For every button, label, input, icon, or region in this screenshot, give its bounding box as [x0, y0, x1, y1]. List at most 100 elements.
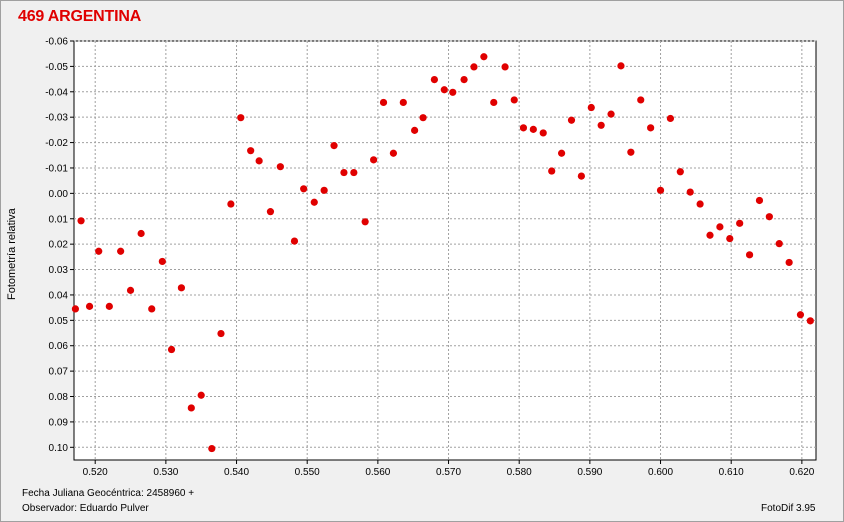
data-point	[686, 188, 694, 196]
data-point	[607, 110, 615, 118]
data-point	[276, 163, 284, 171]
julian-date-label: Fecha Juliana Geocéntrica: 2458960 +	[22, 488, 195, 499]
x-tick-label: 0.580	[507, 467, 532, 478]
data-point	[736, 219, 744, 227]
y-tick-label: -0.03	[45, 113, 68, 124]
y-tick-label: 0.05	[49, 316, 69, 327]
data-point	[85, 302, 94, 310]
data-point	[430, 75, 438, 84]
data-point	[587, 103, 595, 112]
data-point	[806, 317, 814, 325]
y-tick-label: -0.06	[45, 37, 68, 48]
data-point	[567, 116, 576, 124]
y-tick-label: 0.04	[49, 290, 69, 301]
x-tick-label: 0.610	[719, 467, 744, 478]
y-tick-label: 0.08	[49, 392, 69, 403]
y-tick-label: 0.09	[49, 417, 69, 428]
x-tick-label: 0.620	[789, 467, 814, 478]
data-point	[290, 237, 299, 245]
data-point	[310, 198, 318, 206]
data-point	[460, 75, 468, 84]
data-point	[501, 63, 509, 71]
data-point	[666, 114, 675, 123]
data-point	[539, 129, 547, 137]
observer-label: Observador: Eduardo Pulver	[22, 503, 149, 514]
data-point	[361, 218, 369, 226]
x-axis-ticks: 0.520 0.530 0.540 0.550 0.560 0.570 0.580 0.590…	[83, 460, 815, 478]
y-tick-label: 0.07	[49, 367, 69, 378]
data-point	[350, 168, 358, 177]
data-point	[470, 63, 478, 71]
y-tick-label: 0.10	[49, 443, 69, 454]
data-point	[208, 444, 216, 453]
x-tick-label: 0.560	[365, 467, 390, 478]
y-tick-label: 0.01	[49, 214, 69, 225]
data-point	[95, 247, 103, 255]
data-point	[320, 186, 328, 194]
data-point	[577, 172, 585, 180]
data-point	[197, 391, 205, 399]
x-tick-label: 0.530	[153, 467, 178, 478]
scatter-plot: 0.520 0.530 0.540 0.550 0.560 0.570 0.580 0.590…	[45, 37, 817, 478]
data-point	[706, 231, 714, 239]
y-tick-label: -0.04	[45, 87, 68, 98]
data-point	[617, 62, 625, 70]
data-point	[411, 126, 419, 134]
x-tick-label: 0.590	[577, 467, 602, 478]
data-point	[300, 185, 308, 193]
y-tick-label: -0.05	[45, 62, 68, 73]
data-point	[389, 149, 398, 157]
data-point	[105, 302, 113, 310]
data-point	[137, 229, 145, 238]
plot-area	[73, 40, 817, 461]
y-tick-label: -0.02	[45, 138, 68, 149]
x-tick-label: 0.600	[648, 467, 673, 478]
data-point	[77, 217, 85, 225]
y-tick-label: -0.01	[45, 163, 68, 174]
data-point	[440, 86, 448, 94]
data-point	[187, 404, 195, 412]
data-point	[167, 345, 176, 354]
data-point	[775, 240, 783, 248]
data-point	[217, 329, 225, 338]
data-point	[785, 258, 793, 267]
data-point	[716, 223, 724, 231]
data-point	[519, 124, 528, 132]
data-point	[370, 156, 378, 164]
data-point	[637, 96, 645, 104]
data-point	[696, 200, 704, 208]
data-point	[255, 157, 263, 165]
data-point	[597, 121, 605, 129]
data-point	[647, 124, 655, 132]
data-point	[510, 96, 518, 104]
data-point	[399, 98, 407, 107]
data-point	[419, 114, 427, 122]
data-point	[330, 142, 338, 150]
data-point	[158, 257, 166, 266]
x-tick-label: 0.570	[436, 467, 461, 478]
data-point	[529, 125, 537, 133]
data-point	[148, 305, 156, 313]
data-point	[765, 213, 773, 221]
software-label: FotoDif 3.95	[761, 503, 816, 514]
data-point	[126, 286, 135, 294]
data-point	[237, 114, 245, 122]
x-tick-label: 0.550	[295, 467, 320, 478]
data-point	[266, 208, 275, 216]
data-point	[227, 200, 235, 208]
y-tick-label: 0.06	[49, 341, 69, 352]
y-tick-label: 0.00	[49, 189, 69, 200]
data-point	[379, 98, 388, 107]
data-point	[656, 186, 665, 194]
data-point	[548, 167, 556, 175]
data-point	[71, 305, 80, 313]
data-point	[247, 147, 255, 155]
data-point	[745, 251, 754, 259]
y-tick-label: 0.02	[49, 240, 69, 251]
x-tick-label: 0.520	[83, 467, 108, 478]
x-tick-label: 0.540	[224, 467, 249, 478]
data-point	[117, 247, 125, 255]
data-point	[676, 168, 684, 176]
data-point	[340, 168, 348, 177]
data-point	[177, 284, 186, 292]
